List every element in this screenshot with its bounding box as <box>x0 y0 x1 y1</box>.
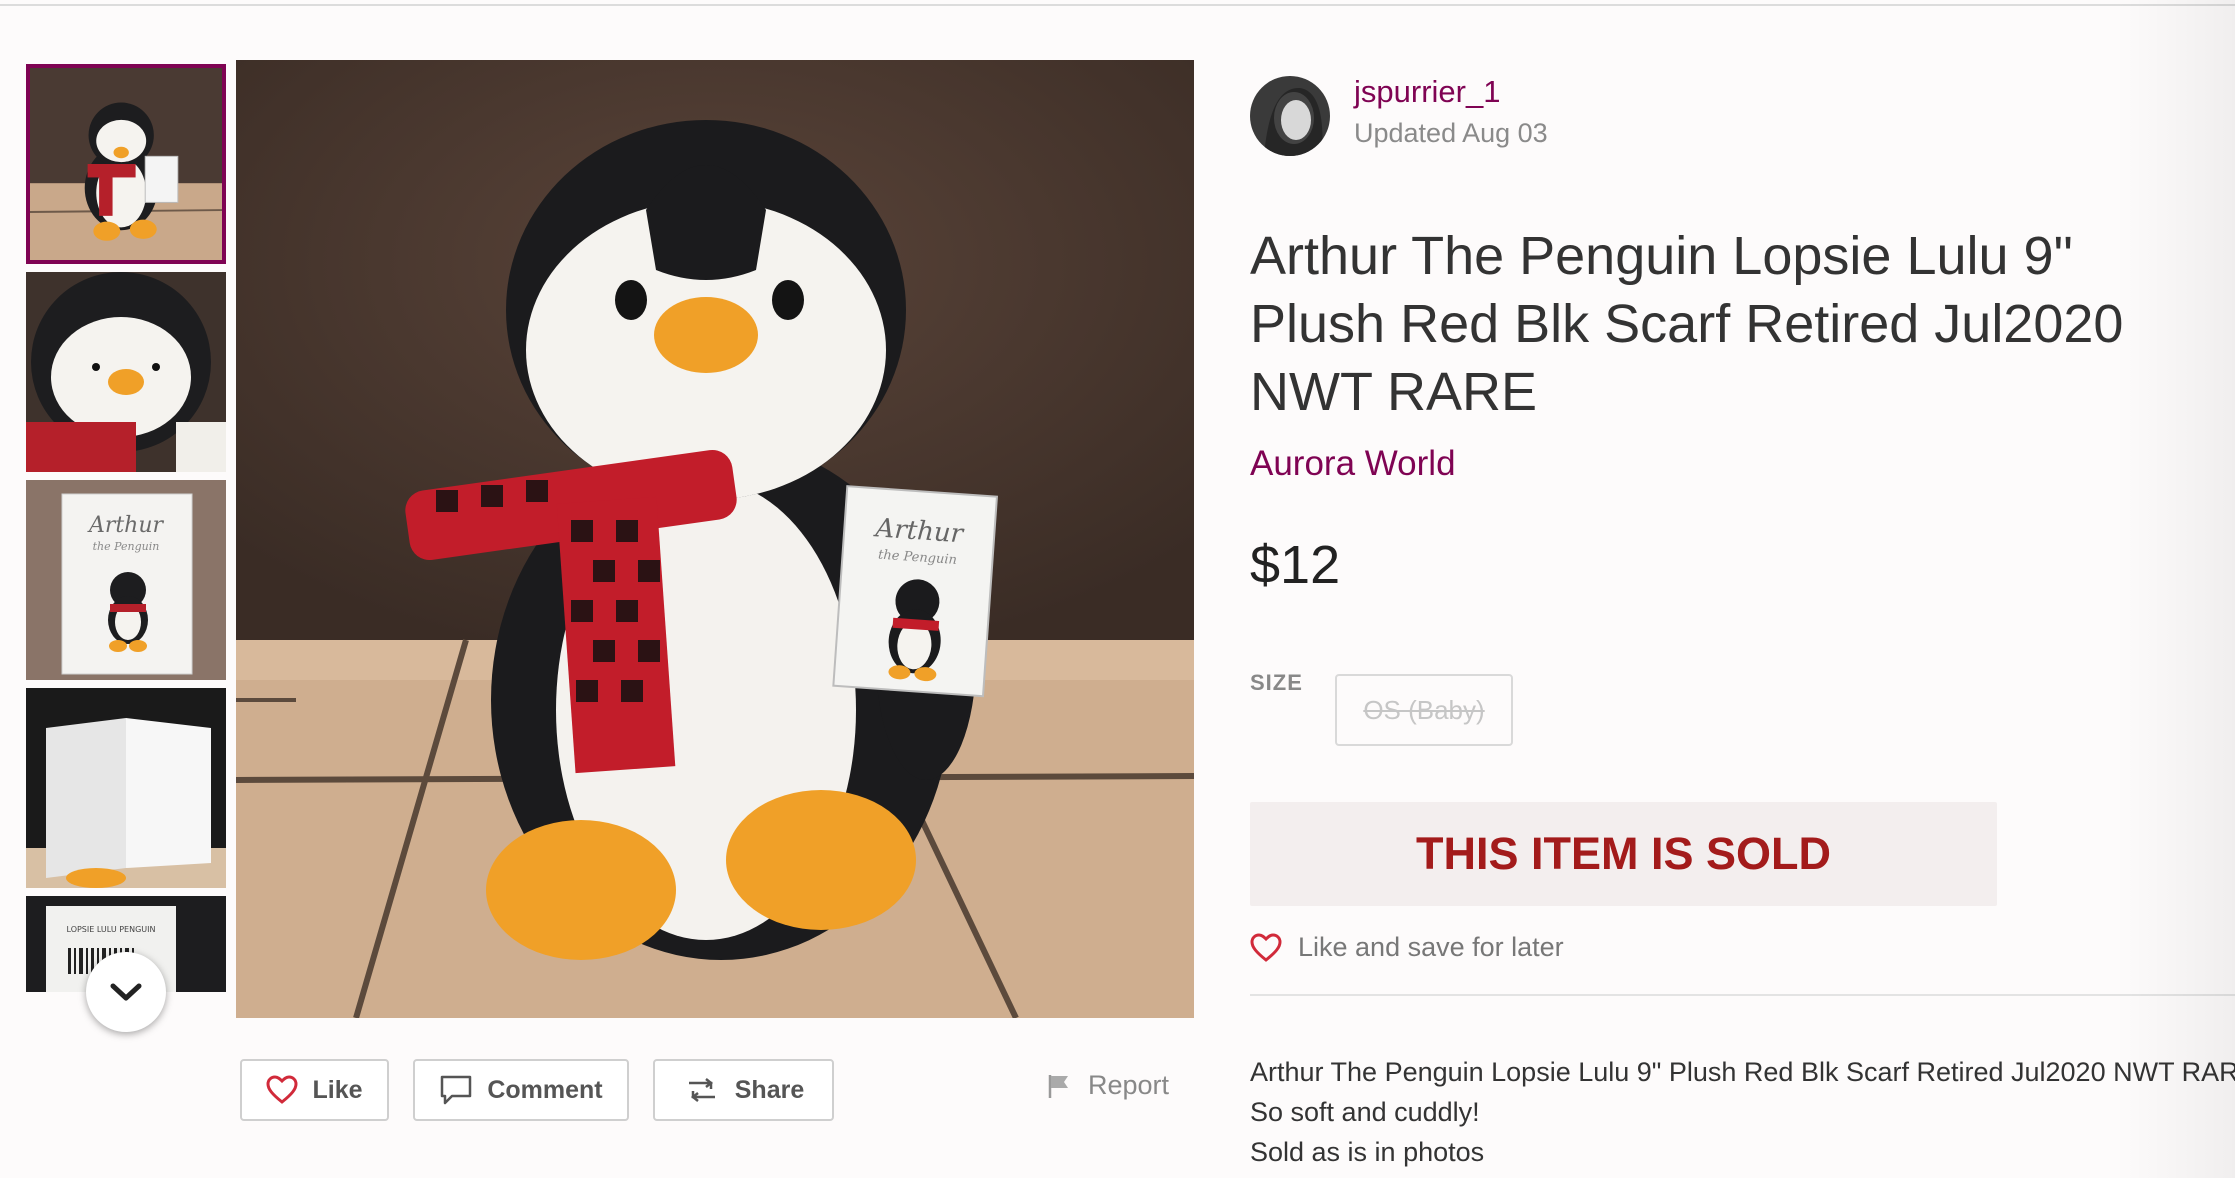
listing-title: Arthur The Penguin Lopsie Lulu 9" Plush … <box>1250 226 2124 422</box>
description-line: Arthur The Penguin Lopsie Lulu 9" Plush … <box>1250 1057 2235 1087</box>
thumbnail-3[interactable]: Arthur the Penguin <box>26 480 226 680</box>
seller-username[interactable]: jspurrier_1 <box>1354 74 1500 110</box>
like-button-label: Like <box>312 1075 363 1104</box>
description-line: Sold as is in photos <box>1250 1137 1485 1167</box>
comment-button-label: Comment <box>487 1075 603 1104</box>
svg-text:the Penguin: the Penguin <box>93 540 160 553</box>
report-label: Report <box>1088 1070 1170 1100</box>
comment-button[interactable]: Comment <box>413 1059 629 1121</box>
share-button[interactable]: Share <box>653 1059 834 1121</box>
like-button[interactable]: Like <box>240 1059 389 1121</box>
heart-icon <box>266 1075 298 1104</box>
chevron-down-icon <box>110 983 142 1001</box>
heart-icon <box>1250 932 1282 962</box>
listing-description: Arthur The Penguin Lopsie Lulu 9" Plush … <box>1250 1052 2235 1172</box>
description-divider <box>1250 994 2235 996</box>
svg-text:Arthur: Arthur <box>87 513 165 538</box>
window-edge-shade <box>2115 0 2235 1178</box>
report-link[interactable]: Report <box>1046 1070 1169 1101</box>
label-card-text: LOPSIE LULU PENGUIN <box>67 925 156 934</box>
top-divider <box>0 4 2235 6</box>
seller-avatar[interactable] <box>1250 76 1330 156</box>
share-button-label: Share <box>734 1075 805 1104</box>
size-option: OS (Baby) <box>1335 674 1513 746</box>
comment-icon <box>441 1075 472 1105</box>
brand-link[interactable]: Aurora World <box>1250 444 1456 484</box>
like-save-label: Like and save for later <box>1298 932 1564 962</box>
main-product-image[interactable]: Arthur the Penguin <box>236 60 1194 1018</box>
description-line: So soft and cuddly! <box>1250 1097 1480 1127</box>
thumbnail-strip: Arthur the Penguin LOPSIE LULU PENGUIN <box>26 64 226 992</box>
thumbnail-scroll-down-button[interactable] <box>86 952 166 1032</box>
like-and-save-link[interactable]: Like and save for later <box>1250 932 1564 963</box>
listing-updated-date: Updated Aug 03 <box>1354 118 1548 148</box>
sold-banner: THIS ITEM IS SOLD <box>1250 802 1997 906</box>
thumbnail-1[interactable] <box>26 64 226 264</box>
thumbnail-2[interactable] <box>26 272 226 472</box>
share-icon <box>688 1078 715 1102</box>
tag-name-text: Arthur <box>873 513 966 549</box>
thumbnail-4[interactable] <box>26 688 226 888</box>
size-label: SIZE <box>1250 670 1303 695</box>
listing-price: $12 <box>1250 535 1341 595</box>
flag-icon <box>1048 1074 1068 1098</box>
